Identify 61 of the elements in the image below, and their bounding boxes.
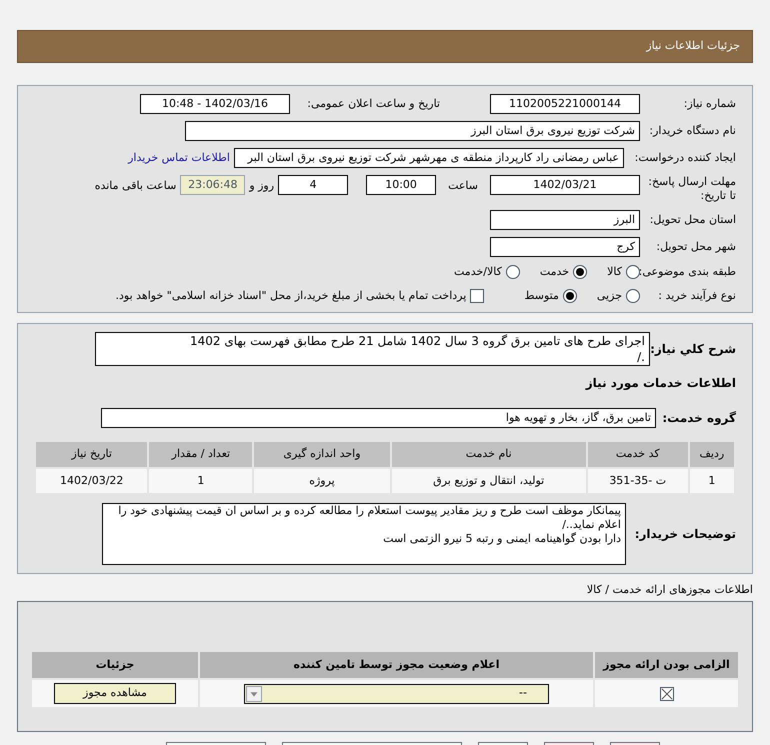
column-header: واحد اندازه گیری <box>253 441 391 468</box>
radio-button[interactable] <box>626 265 640 280</box>
province-field: البرز <box>490 210 640 230</box>
field-label: شهر محل تحویل: <box>655 238 736 255</box>
radio-label: جزیی <box>596 288 622 304</box>
field-label: استان محل تحویل: <box>648 212 736 228</box>
field-label: شرح کلي نیاز: <box>650 341 736 358</box>
page-title: جزئیات اطلاعات نیاز <box>646 38 740 54</box>
view-license-button[interactable]: مشاهده مجوز <box>54 683 176 704</box>
table-cell: 1402/03/22 <box>35 468 148 494</box>
table-cell: 1 <box>688 468 735 494</box>
summary-field: اجرای طرح های تامین برق گروه 3 سال 1402 شامل 21 طرح مطابق فهرست بهای 1402 ./ <box>95 332 650 366</box>
creator-field: عباس رمضانی راد کارپرداز منطقه ی مهرشهر شرکت توزیع نیروی برق استان البر <box>234 148 624 168</box>
column-header: تعداد / مقدار <box>148 441 254 468</box>
field-label: روز و <box>249 178 274 194</box>
section-title: اطلاعات مجوزهای ارائه خدمت / کالا <box>586 583 753 596</box>
buyer-notes: پیمانکار موظف است طرح و ریز مقادیر پیوست استعلام را مطالعه کرده و بر اساس ان قیمت پیشنهادی خود را اعلام نماید../ دارا بودن گواهینامه ایمنی و رتبه 5 نیرو الزتمی است <box>102 503 626 565</box>
column-header: نام خدمت <box>390 441 587 468</box>
checkbox[interactable] <box>470 288 484 303</box>
column-header: تاریخ نیاز <box>35 441 148 468</box>
service-group-field: تامین برق، گاز، بخار و تهویه هوا <box>101 408 656 428</box>
field-label: توضیحات خریدار: <box>634 526 736 543</box>
radio-label: کالا/خدمت <box>454 264 502 280</box>
table-cell: پروژه <box>253 468 391 494</box>
column-header: جزئیات <box>31 650 199 679</box>
table-cell: تولید، انتقال و توزیع برق <box>390 468 587 494</box>
radio-button[interactable] <box>573 265 588 280</box>
table-cell: ت -35-351 <box>586 468 689 494</box>
days-field: 4 <box>278 175 348 195</box>
column-header: الزامی بودن ارائه مجوز <box>594 650 739 679</box>
field-label: ساعت باقی مانده <box>94 178 176 194</box>
radio-button[interactable] <box>626 288 640 303</box>
table-cell: 1 <box>148 468 254 494</box>
status-dropdown[interactable]: -- <box>244 684 549 704</box>
announce-date-field: 1402/03/16 - 10:48 <box>140 94 290 114</box>
field-label: ایجاد کننده درخواست: <box>634 150 736 166</box>
radio-button[interactable] <box>562 288 577 303</box>
buyer-field: شرکت توزیع نیروی برق استان البرز <box>185 121 640 141</box>
field-label: نام دستگاه خریدار: <box>648 122 736 139</box>
radio-button[interactable] <box>506 265 520 280</box>
deadline-time-field: 10:00 <box>366 175 436 195</box>
deadline-date-field: 1402/03/21 <box>490 175 640 195</box>
field-label: گروه خدمت: <box>661 410 736 427</box>
radio-label: خدمت <box>540 264 570 280</box>
field-label: تاریخ و ساعت اعلان عمومی: <box>306 96 440 112</box>
section-title: اطلاعات خدمات مورد نیاز <box>584 375 736 392</box>
city-field: کرج <box>490 237 640 257</box>
field-label: شماره نیاز: <box>682 96 736 112</box>
need-number-field: 1102005221000144 <box>490 94 640 114</box>
field-label: طبقه بندی موضوعی: <box>640 264 736 280</box>
radio-label: کالا <box>607 264 622 280</box>
contact-link[interactable]: اطلاعات تماس خریدار <box>128 150 230 166</box>
remaining-time-field: 23:06:48 <box>180 175 246 195</box>
radio-label: متوسط <box>524 288 559 304</box>
column-header: کد خدمت <box>586 441 689 468</box>
checkbox-label: پرداخت تمام یا بخشی از مبلغ خرید،از محل "اسناد خزانه اسلامی" خواهد بود. <box>116 288 466 304</box>
field-label: نوع فرآیند خرید : <box>657 288 736 304</box>
field-label: مهلت ارسال پاسخ: تا تاریخ: <box>647 175 736 203</box>
column-header: اعلام وضعیت مجوز توسط تامین کننده <box>199 650 594 679</box>
column-header: ردیف <box>688 441 735 468</box>
field-label: ساعت <box>448 178 478 194</box>
